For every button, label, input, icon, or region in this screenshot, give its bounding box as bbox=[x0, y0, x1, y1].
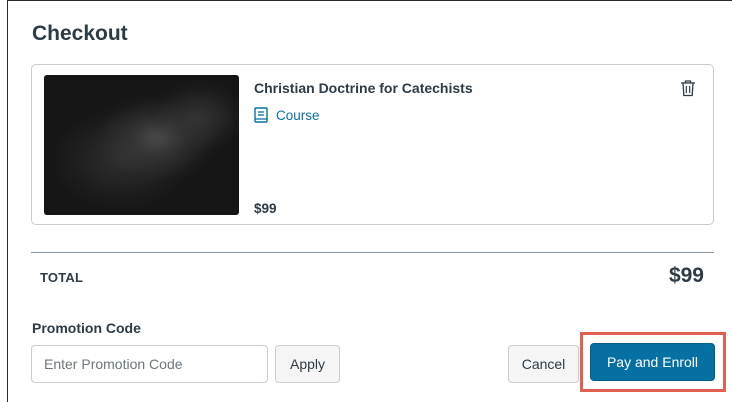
trash-icon[interactable] bbox=[680, 79, 696, 97]
page-title: Checkout bbox=[32, 22, 128, 45]
promotion-code-input[interactable] bbox=[31, 345, 268, 383]
cancel-button[interactable]: Cancel bbox=[508, 345, 579, 383]
course-type-label: Course bbox=[276, 107, 320, 123]
summary-divider bbox=[31, 252, 714, 253]
total-label: TOTAL bbox=[40, 270, 84, 285]
course-book-icon bbox=[254, 107, 268, 123]
course-thumbnail bbox=[44, 75, 239, 215]
apply-button[interactable]: Apply bbox=[275, 345, 340, 383]
promotion-code-label: Promotion Code bbox=[32, 320, 141, 336]
total-value: $99 bbox=[668, 264, 704, 287]
course-name: Christian Doctrine for Catechists bbox=[254, 80, 473, 96]
course-type: Course bbox=[254, 107, 320, 123]
course-price: $99 bbox=[254, 201, 277, 216]
cart-item-card: Christian Doctrine for Catechists Course… bbox=[31, 64, 714, 225]
pay-and-enroll-button[interactable]: Pay and Enroll bbox=[590, 343, 715, 381]
